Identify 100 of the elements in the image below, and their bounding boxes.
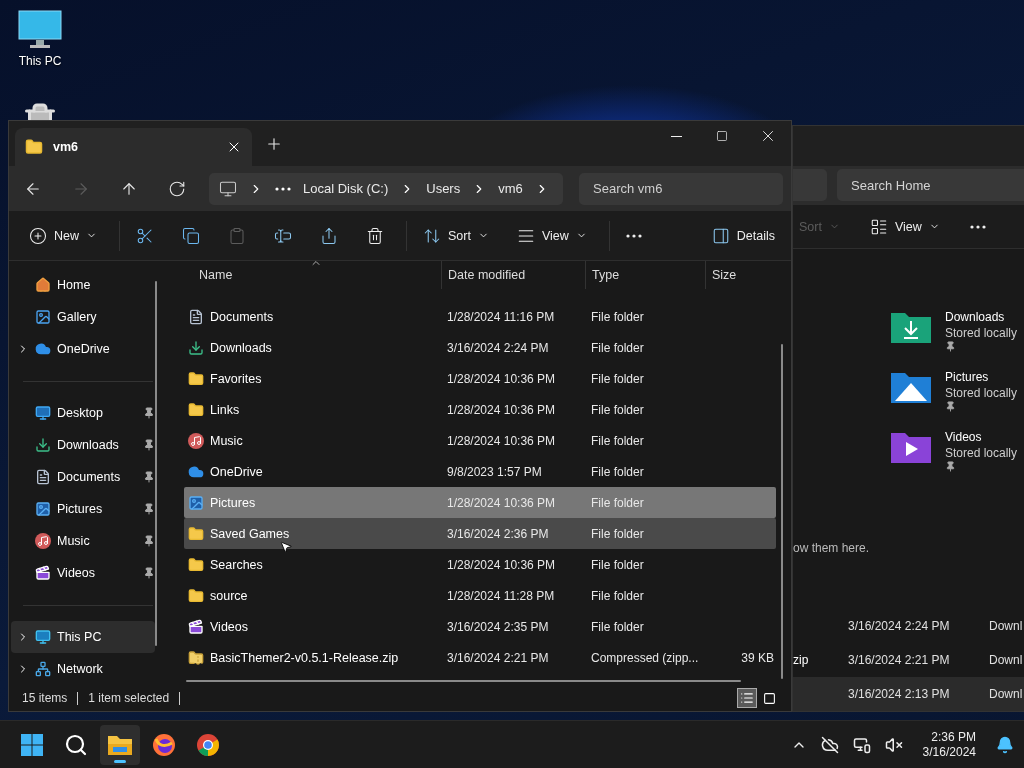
sidebar-item[interactable]: Desktop (11, 397, 155, 429)
file-name: Music (210, 433, 243, 448)
folder-name[interactable]: Pictures (945, 369, 1018, 385)
sidebar-item[interactable]: OneDrive (11, 333, 155, 365)
folder-icon (107, 733, 133, 756)
file-row[interactable]: Searches 1/28/2024 10:36 PM File folder (184, 549, 776, 580)
column-header[interactable]: Type (585, 261, 705, 289)
folder-name[interactable]: Downloads (945, 309, 1018, 325)
picture-icon (35, 309, 51, 325)
tab[interactable]: vm6 (15, 128, 252, 166)
sidebar-item[interactable]: Gallery (11, 301, 155, 333)
bell-icon (996, 735, 1014, 754)
table-cell: Downl (989, 653, 1024, 667)
file-row[interactable]: Links 1/28/2024 10:36 PM File folder (184, 394, 776, 425)
more-icon (275, 186, 291, 191)
monitor-icon (18, 10, 62, 50)
search-field[interactable]: Search vm6 (579, 172, 783, 205)
home-icon (35, 277, 51, 293)
muted-speaker-icon (884, 735, 903, 754)
file-row[interactable]: Documents 1/28/2024 11:16 PM File folder (184, 301, 776, 332)
column-header[interactable]: Name (184, 261, 441, 289)
sidebar-item[interactable]: Pictures (11, 493, 155, 525)
new-button[interactable]: New (23, 218, 103, 253)
cloud-icon (35, 341, 51, 357)
file-row[interactable]: Pictures 1/28/2024 10:36 PM File folder (184, 487, 776, 518)
sidebar-item[interactable]: Music (11, 525, 155, 557)
hint-text: ow them here. (793, 541, 871, 555)
type-cell-text: Compressed (zipp... (590, 650, 700, 665)
type-cell-text: File folder (590, 433, 645, 448)
date-cell-text: 1/28/2024 10:36 PM (446, 495, 557, 510)
cloud-off-icon (820, 735, 839, 754)
file-name: Pictures (210, 495, 256, 510)
type-cell-text: File folder (590, 309, 645, 324)
sidebar-item[interactable]: Home (11, 269, 155, 301)
file-name: Favorites (210, 371, 262, 386)
file-row[interactable]: Videos 3/16/2024 2:35 PM File folder (184, 611, 776, 642)
details-button[interactable]: Details (705, 218, 781, 253)
type-cell-text: File folder (590, 619, 645, 634)
taskbar-app[interactable] (100, 724, 140, 765)
file-name: Links (210, 402, 240, 417)
address-bar[interactable]: Local Disk (C:) Users vm6 (209, 172, 563, 205)
video-icon (35, 565, 51, 581)
music-icon (35, 533, 51, 549)
file-row[interactable]: Favorites 1/28/2024 10:36 PM File folder (184, 363, 776, 394)
sidebar-item[interactable]: Downloads (11, 429, 155, 461)
document-icon (188, 308, 204, 325)
sort-button[interactable]: Sort (417, 218, 495, 253)
monitor-icon (35, 629, 51, 645)
recent-file-row[interactable]: 3/16/2024 2:24 PM Downl (793, 609, 1024, 643)
file-row[interactable]: OneDrive 9/8/2023 1:57 PM File folder (184, 456, 776, 487)
date-cell-text: 1/28/2024 10:36 PM (446, 433, 557, 448)
column-header[interactable]: Size (705, 261, 776, 289)
type-cell-text: File folder (590, 402, 645, 417)
folder-status: Stored locally (945, 385, 1018, 401)
video-icon (188, 618, 204, 635)
column-header[interactable]: Date modified (441, 261, 585, 289)
sidebar-item[interactable]: Documents (11, 461, 155, 493)
folder-name[interactable]: Videos (945, 429, 1018, 445)
folder-icon (25, 138, 43, 156)
windows-logo-icon (20, 732, 44, 757)
recent-file-row[interactable]: zip 3/16/2024 2:21 PM Downl (793, 643, 1024, 677)
paste-icon (228, 226, 246, 245)
rename-icon (274, 226, 292, 245)
breadcrumb-item[interactable]: Users (426, 181, 461, 196)
file-row[interactable]: Downloads 3/16/2024 2:24 PM File folder (184, 332, 776, 363)
sidebar-item[interactable]: Videos (11, 557, 155, 589)
file-row[interactable]: source 1/28/2024 11:28 PM File folder (184, 580, 776, 611)
table-cell-text: 3/16/2024 2:13 PM (848, 687, 951, 701)
sidebar-item[interactable]: Network (11, 653, 155, 685)
folder-icon (188, 401, 204, 418)
type-cell-text: File folder (590, 340, 645, 355)
details-view-button[interactable] (737, 688, 757, 708)
minimize-icon (670, 135, 682, 137)
breadcrumb-item[interactable]: Local Disk (C:) (303, 181, 389, 196)
clock[interactable]: 2:36 PM 3/16/2024 (922, 729, 976, 760)
sidebar-item[interactable]: This PC (11, 621, 155, 653)
date-cell-text: 9/8/2023 1:57 PM (446, 464, 543, 479)
view-button[interactable]: View (863, 209, 946, 244)
view-button[interactable]: View (510, 218, 593, 253)
recent-file-row[interactable]: 3/16/2024 2:13 PM Downl (793, 677, 1024, 711)
share-icon (320, 226, 338, 245)
file-row[interactable]: Saved Games 3/16/2024 2:36 PM File folder (184, 518, 776, 549)
file-name: source (210, 588, 248, 603)
folder-icon (188, 556, 204, 573)
breadcrumb-item[interactable]: vm6 (498, 181, 523, 196)
search-field[interactable]: Search Home (837, 169, 1024, 202)
table-cell: Downl (989, 687, 1024, 701)
desktop-icon-label: This PC (18, 54, 62, 68)
document-icon (35, 469, 51, 485)
file-row[interactable]: Music 1/28/2024 10:36 PM File folder (184, 425, 776, 456)
file-name: Downloads (210, 340, 272, 355)
file-name: zip (793, 653, 809, 667)
file-row[interactable]: BasicThemer2-v0.5.1-Release.zip 3/16/2024 2:21 PM Compressed (zipp... 39 KB (184, 642, 776, 673)
file-name: Documents (210, 309, 274, 324)
network-icon (35, 661, 51, 677)
date-cell-text: 3/16/2024 2:21 PM (446, 650, 550, 665)
date-cell-text: 3/16/2024 2:36 PM (446, 526, 550, 541)
more-icon (625, 233, 642, 238)
size-cell-text: 39 KB (740, 650, 774, 665)
file-name: Videos (210, 619, 248, 634)
